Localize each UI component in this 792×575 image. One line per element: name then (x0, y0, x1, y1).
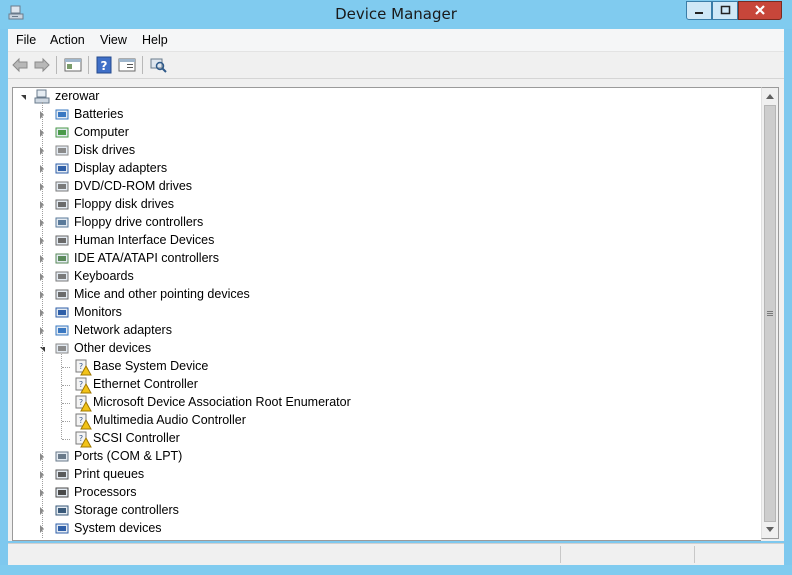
svg-text:?: ? (79, 434, 83, 443)
scroll-grip-icon (767, 313, 773, 314)
system-devices-icon (55, 523, 69, 534)
device-tree[interactable]: zerowar Batteries Computer Disk drives Disp… (12, 87, 761, 541)
mice-and-other-pointing-devices-icon (55, 289, 69, 300)
category-label: Batteries (74, 107, 124, 121)
status-bar (8, 543, 784, 566)
computer-icon (55, 127, 69, 138)
collapse-arrow-icon[interactable] (21, 95, 26, 100)
window-title: Device Manager (335, 5, 457, 23)
category-label: Display adapters (74, 161, 168, 175)
menu-bar: File Action View Help (8, 29, 784, 52)
show-hide-console-tree-icon[interactable] (63, 55, 83, 75)
toolbar: ? (8, 52, 784, 79)
minimize-button[interactable] (686, 1, 712, 20)
toolbar-separator (88, 56, 89, 74)
category-label: DVD/CD-ROM drives (74, 179, 193, 193)
minimize-icon (695, 12, 703, 14)
unknown-device-warning-icon: ? (75, 395, 92, 412)
scroll-up-arrow-icon[interactable] (766, 94, 774, 99)
category-label: Computer (74, 125, 129, 139)
menu-help[interactable]: Help (142, 33, 168, 47)
svg-text:?: ? (79, 380, 83, 389)
category-label: Mice and other pointing devices (74, 287, 250, 301)
display-adapters-icon (55, 163, 69, 174)
device-item-label: SCSI Controller (93, 431, 180, 445)
tree-connector-line (62, 439, 70, 440)
category-label: Disk drives (74, 143, 136, 157)
title-bar[interactable]: Device Manager (0, 0, 792, 29)
toolbar-separator (56, 56, 57, 74)
status-pane (560, 546, 561, 563)
unknown-device-warning-icon: ? (75, 431, 92, 448)
device-item-label: Base System Device (93, 359, 209, 373)
ports-com-lpt-icon (55, 451, 69, 462)
batteries-icon (55, 109, 69, 120)
close-button[interactable] (738, 1, 782, 20)
unknown-device-warning-icon: ? (75, 377, 92, 394)
device-item-label: Multimedia Audio Controller (93, 413, 246, 427)
tree-connector-line (62, 367, 70, 368)
status-pane (694, 546, 695, 563)
category-label: Floppy disk drives (74, 197, 175, 211)
svg-text:?: ? (79, 398, 83, 407)
maximize-button[interactable] (712, 1, 738, 20)
category-label: IDE ATA/ATAPI controllers (74, 251, 219, 265)
toolbar-separator (142, 56, 143, 74)
help-icon[interactable]: ? (94, 55, 114, 75)
svg-text:?: ? (101, 59, 108, 73)
close-icon (755, 5, 765, 15)
tree-connector-line (42, 102, 43, 538)
window-bottom-border (0, 565, 792, 575)
other-devices-icon (55, 343, 69, 354)
tree-connector-line (62, 403, 70, 404)
back-icon[interactable] (10, 55, 30, 75)
scroll-grip-icon (767, 311, 773, 312)
category-label: System devices (74, 521, 162, 535)
processors-icon (55, 487, 69, 498)
category-label: Print queues (74, 467, 145, 481)
scroll-thumb[interactable] (764, 105, 776, 522)
human-interface-devices-icon (55, 235, 69, 246)
device-item-label: Ethernet Controller (93, 377, 198, 391)
vertical-scrollbar[interactable] (761, 87, 779, 539)
svg-text:?: ? (79, 362, 83, 371)
category-label: Keyboards (74, 269, 134, 283)
scroll-grip-icon (767, 315, 773, 316)
category-label: Monitors (74, 305, 122, 319)
device-manager-window: Device Manager File Action View Help ? z… (0, 0, 792, 575)
device-item-label: Microsoft Device Association Root Enumer… (93, 395, 351, 409)
monitors-icon (55, 307, 69, 318)
scan-hardware-changes-icon[interactable] (148, 55, 168, 75)
dvd-cd-rom-drives-icon (55, 181, 69, 192)
category-label: Other devices (74, 341, 152, 355)
category-label: Ports (COM & LPT) (74, 449, 183, 463)
menu-action[interactable]: Action (50, 33, 85, 47)
floppy-drive-controllers-icon (55, 217, 69, 228)
print-queues-icon (55, 469, 69, 480)
ide-ata-atapi-controllers-icon (55, 253, 69, 264)
category-label: Network adapters (74, 323, 172, 337)
maximize-icon (720, 5, 731, 15)
forward-icon[interactable] (32, 55, 52, 75)
category-label: Processors (74, 485, 137, 499)
keyboards-icon (55, 271, 69, 282)
storage-controllers-icon (55, 505, 69, 516)
menu-view[interactable]: View (100, 33, 127, 47)
tree-connector-line (62, 421, 70, 422)
properties-icon[interactable] (117, 55, 137, 75)
network-adapters-icon (55, 325, 69, 336)
unknown-device-warning-icon: ? (75, 359, 92, 376)
category-label: Floppy drive controllers (74, 215, 204, 229)
floppy-disk-drives-icon (55, 199, 69, 210)
tree-connector-line (62, 385, 70, 386)
svg-text:?: ? (79, 416, 83, 425)
scroll-down-arrow-icon[interactable] (766, 527, 774, 532)
disk-drives-icon (55, 145, 69, 156)
category-label: Human Interface Devices (74, 233, 215, 247)
unknown-device-warning-icon: ? (75, 413, 92, 430)
menu-file[interactable]: File (16, 33, 36, 47)
category-label: Storage controllers (74, 503, 179, 517)
tree-root-label: zerowar (55, 89, 100, 103)
